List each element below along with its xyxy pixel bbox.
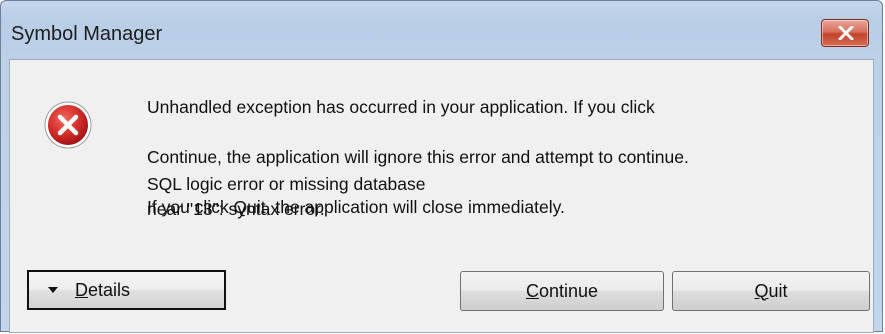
detail-line-1: SQL logic error or missing database [147, 174, 426, 194]
window-title: Symbol Manager [11, 23, 163, 45]
quit-button-label: Quit [754, 280, 788, 301]
quit-button[interactable]: Quit [672, 271, 870, 311]
error-icon [44, 101, 92, 149]
caret-down-icon [48, 287, 58, 293]
title-bar[interactable]: Symbol Manager [1, 1, 882, 59]
dialog-window: Symbol Manager Unhandled exception has o… [0, 0, 883, 333]
message-line-2: Continue, the application will ignore th… [147, 147, 689, 167]
dialog-body: Unhandled exception has occurred in your… [9, 59, 874, 333]
continue-button-label: Continue [525, 280, 599, 301]
details-button[interactable]: Details [27, 270, 226, 310]
continue-button[interactable]: Continue [460, 271, 664, 311]
error-detail: SQL logic error or missing database near… [147, 172, 426, 222]
details-button-label: Details [75, 279, 131, 300]
detail-line-2: near "13": syntax error. [147, 199, 325, 219]
close-button[interactable] [821, 19, 869, 47]
close-icon [838, 26, 854, 40]
message-line-1: Unhandled exception has occurred in your… [147, 97, 655, 117]
